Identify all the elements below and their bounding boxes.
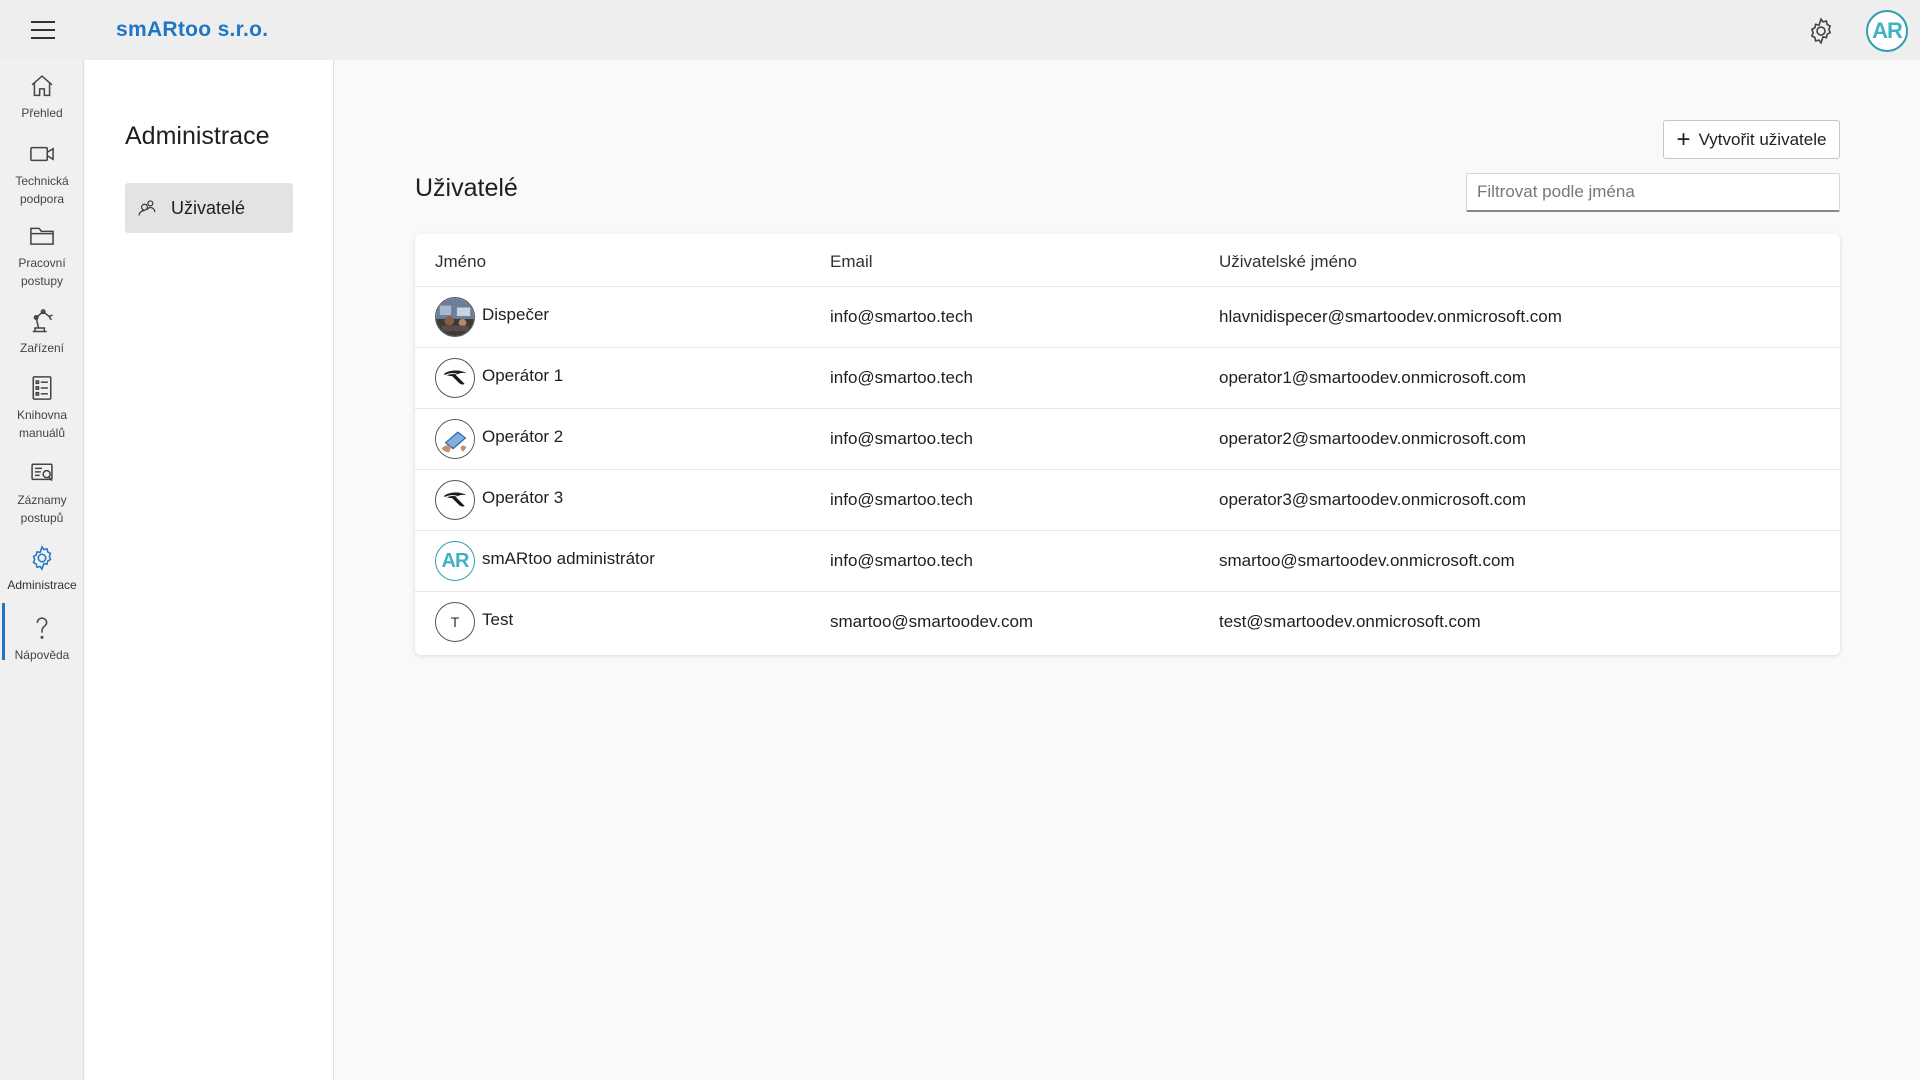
question-icon — [36, 617, 48, 639]
table-row[interactable]: T Test smartoo@smartoodev.com test@smart… — [415, 592, 1840, 653]
users-table: Jméno Email Uživatelské jméno Dispečer i… — [415, 234, 1840, 655]
table-row[interactable]: Operátor 3 info@smartoo.tech operator3@s… — [415, 470, 1840, 531]
user-email: info@smartoo.tech — [830, 429, 973, 448]
user-username: operator3@smartoodev.onmicrosoft.com — [1219, 490, 1527, 509]
video-camera-icon — [30, 146, 54, 162]
folder-icon — [30, 227, 54, 245]
rail-item-knihovna-manualu[interactable]: Knihovna manuálů — [0, 374, 84, 442]
admin-subnav: Administrace Uživatelé — [85, 60, 334, 1080]
user-username: operator1@smartoodev.onmicrosoft.com — [1219, 368, 1527, 387]
subnav-item-label: Uživatelé — [171, 197, 246, 218]
main-content: + Vytvořit uživatele Uživatelé Jméno Ema… — [335, 60, 1920, 1080]
manual-list-icon — [32, 376, 52, 400]
rail-item-administrace[interactable]: Administrace — [0, 544, 84, 594]
user-email: info@smartoo.tech — [830, 490, 973, 509]
user-username: test@smartoodev.onmicrosoft.com — [1219, 612, 1481, 631]
rail-item-zaznamy-postupu[interactable]: Záznamy postupů — [0, 459, 84, 527]
hamburger-menu-icon[interactable] — [31, 19, 55, 41]
user-email: smartoo@smartoodev.com — [830, 612, 1034, 631]
robot-arm-icon — [32, 309, 53, 333]
table-row[interactable]: AR smARtoo administrátor info@smartoo.te… — [415, 531, 1840, 592]
subnav-title: Administrace — [125, 122, 270, 150]
table-row[interactable]: Dispečer info@smartoo.tech hlavnidispece… — [415, 287, 1840, 348]
user-name: Dispečer — [482, 305, 550, 324]
plus-icon: + — [1676, 125, 1691, 153]
rail-item-napoveda[interactable]: Nápověda — [0, 614, 84, 664]
user-name: Operátor 3 — [482, 488, 564, 507]
brand-name: smARtoo s.r.o. — [116, 18, 269, 41]
user-email: info@smartoo.tech — [830, 307, 973, 326]
user-name: Test — [482, 610, 514, 629]
settings-gear-icon[interactable] — [1806, 16, 1836, 46]
user-email: info@smartoo.tech — [830, 551, 973, 570]
create-user-button[interactable]: + Vytvořit uživatele — [1663, 120, 1840, 159]
table-header: Jméno Email Uživatelské jméno — [415, 234, 1840, 287]
filter-name-input[interactable] — [1466, 173, 1840, 212]
table-row[interactable]: Operátor 1 info@smartoo.tech operator1@s… — [415, 348, 1840, 409]
photo-avatar — [435, 297, 475, 337]
left-nav-rail: Přehled Technická podpora Pracovní postu… — [0, 60, 84, 1080]
rail-item-zarizeni[interactable]: Zařízení — [0, 307, 84, 357]
user-username: smartoo@smartoodev.onmicrosoft.com — [1219, 551, 1515, 570]
user-email: info@smartoo.tech — [830, 368, 973, 387]
user-name: Operátor 1 — [482, 366, 564, 385]
create-user-label: Vytvořit uživatele — [1698, 129, 1827, 149]
gear-icon — [32, 545, 52, 571]
user-name: Operátor 2 — [482, 427, 564, 446]
initial-avatar: T — [435, 602, 475, 642]
top-bar: smARtoo s.r.o. AR — [0, 0, 1920, 60]
rail-item-technicka-podpora[interactable]: Technická podpora — [0, 140, 84, 208]
header-username[interactable]: Uživatelské jméno — [1219, 252, 1357, 272]
home-icon — [31, 75, 53, 97]
users-icon — [138, 200, 156, 216]
rail-item-prehled[interactable]: Přehled — [0, 72, 84, 122]
table-row[interactable]: Operátor 2 info@smartoo.tech operator2@s… — [415, 409, 1840, 470]
page-title: Uživatelé — [415, 174, 518, 202]
records-icon — [31, 463, 53, 482]
rail-item-pracovni-postupy[interactable]: Pracovní postupy — [0, 222, 84, 290]
header-name[interactable]: Jméno — [435, 252, 486, 272]
header-email[interactable]: Email — [830, 252, 873, 272]
subnav-item-uzivatele[interactable]: Uživatelé — [125, 183, 293, 233]
headset-avatar — [435, 358, 475, 398]
user-avatar[interactable]: AR — [1866, 10, 1908, 52]
headset-avatar — [435, 480, 475, 520]
tablet-avatar — [435, 419, 475, 459]
ar-logo-avatar: AR — [435, 541, 475, 581]
user-name: smARtoo administrátor — [482, 549, 655, 568]
user-username: operator2@smartoodev.onmicrosoft.com — [1219, 429, 1527, 448]
user-username: hlavnidispecer@smartoodev.onmicrosoft.co… — [1219, 307, 1562, 326]
